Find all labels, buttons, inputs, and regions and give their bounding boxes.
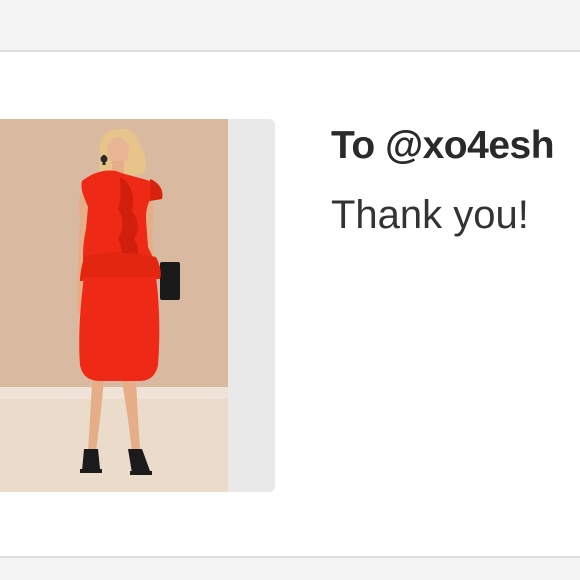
top-divider: [0, 50, 580, 52]
gift-message-screen: To @xo4esh Thank you!: [0, 0, 580, 580]
recipient-label: To @xo4esh: [331, 124, 555, 167]
product-image[interactable]: [0, 119, 228, 492]
top-bar: [0, 0, 580, 50]
message-text: Thank you!: [331, 193, 529, 237]
bottom-bar: [0, 558, 580, 580]
product-card[interactable]: [0, 119, 275, 492]
gift-message: To @xo4esh Thank you!: [331, 124, 555, 238]
